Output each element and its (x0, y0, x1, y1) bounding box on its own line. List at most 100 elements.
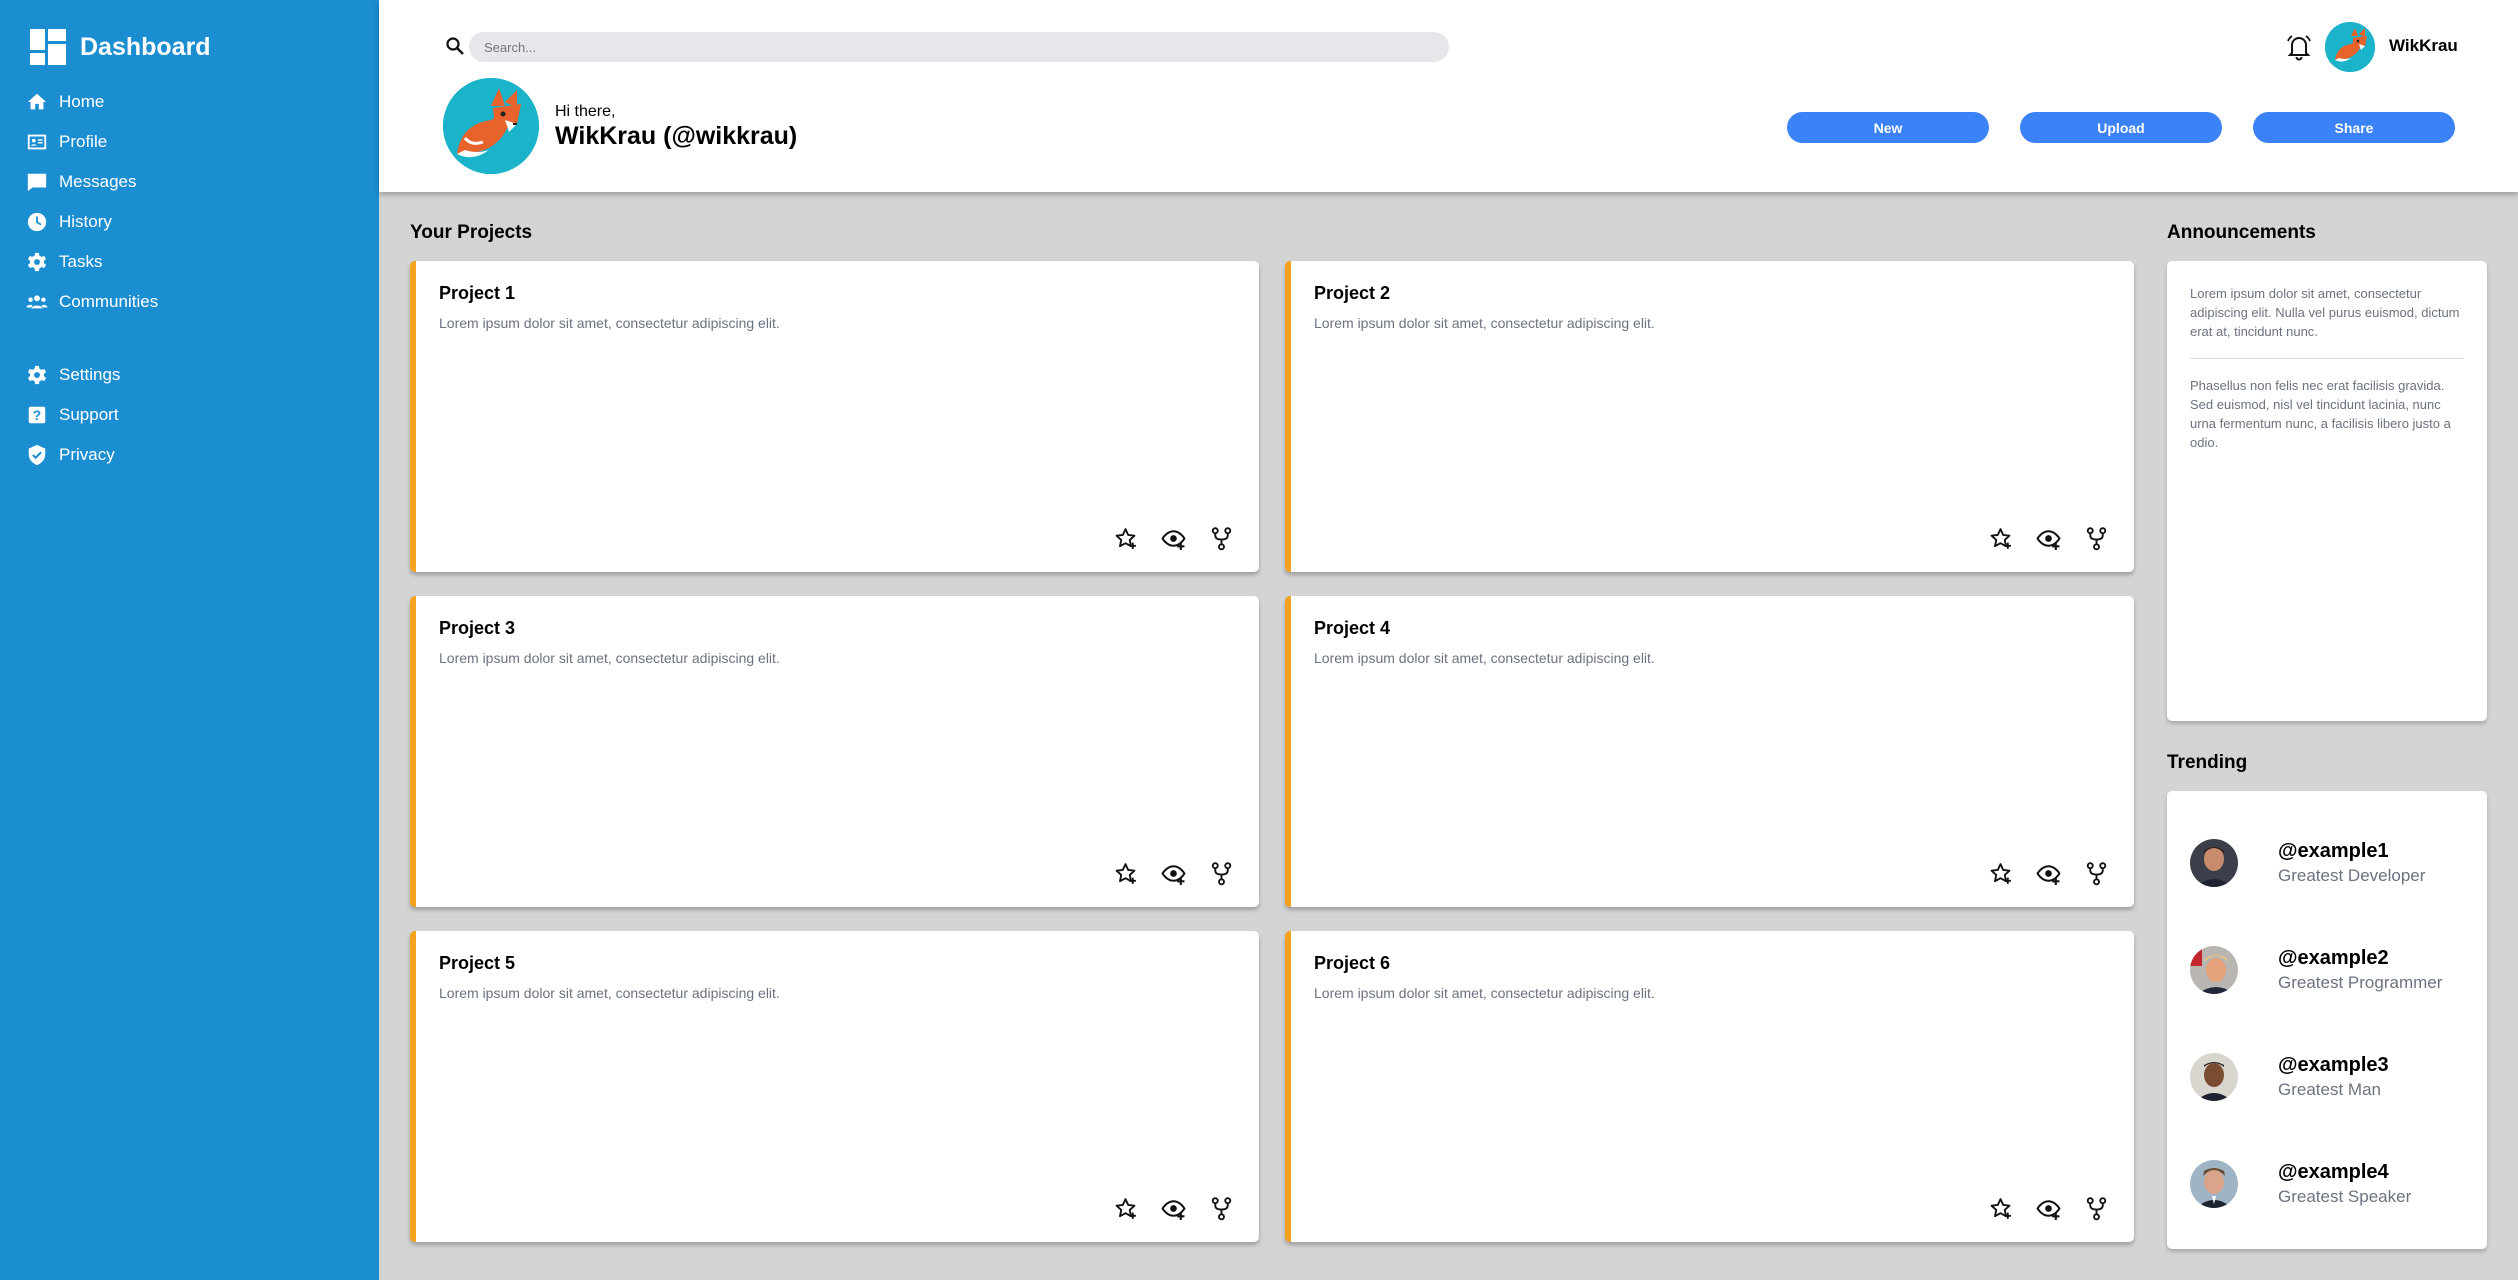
trending-role: Greatest Programmer (2278, 973, 2443, 992)
project-actions (1113, 1196, 1234, 1221)
search-input[interactable] (469, 32, 1449, 62)
user-avatar[interactable] (2325, 22, 2375, 72)
sidebar-item-settings[interactable]: Settings (26, 355, 356, 395)
fork-icon[interactable] (1209, 1196, 1234, 1221)
fork-icon[interactable] (1209, 861, 1234, 886)
trending-item[interactable]: @example1 Greatest Developer (2190, 834, 2480, 894)
trending-role: Greatest Speaker (2278, 1187, 2412, 1206)
project-title[interactable]: Project 5 (439, 953, 515, 974)
fork-icon[interactable] (1209, 526, 1234, 551)
watch-icon[interactable] (2036, 1196, 2061, 1221)
project-title[interactable]: Project 3 (439, 618, 515, 639)
project-description: Lorem ipsum dolor sit amet, consectetur … (439, 650, 780, 666)
watch-icon[interactable] (2036, 526, 2061, 551)
star-add-icon[interactable] (1113, 1196, 1138, 1221)
sidebar-item-history[interactable]: History (26, 202, 356, 242)
question-icon: ? (28, 406, 46, 424)
brand-title: Dashboard (80, 32, 211, 61)
sidebar-item-messages[interactable]: Messages (26, 162, 356, 202)
watch-icon[interactable] (1161, 1196, 1186, 1221)
sidebar-item-label: Home (59, 92, 105, 111)
project-card[interactable]: Project 1 Lorem ipsum dolor sit amet, con… (410, 261, 1259, 572)
trending-panel: @example1 Greatest Developer @example2 G… (2167, 791, 2487, 1249)
project-description: Lorem ipsum dolor sit amet, consectetur … (1314, 650, 1655, 666)
share-button[interactable]: Share (2253, 112, 2455, 143)
fox-icon (443, 78, 539, 174)
avatar (2190, 1160, 2238, 1208)
sidebar-item-profile[interactable]: Profile (26, 122, 356, 162)
announcements-panel: Lorem ipsum dolor sit amet, consectetur … (2167, 261, 2487, 721)
announcements-heading: Announcements (2167, 222, 2316, 243)
gear-icon (27, 365, 47, 385)
avatar (2190, 1053, 2238, 1101)
brand[interactable]: Dashboard (30, 28, 211, 66)
star-add-icon[interactable] (1113, 861, 1138, 886)
star-add-icon[interactable] (1988, 1196, 2013, 1221)
svg-text:?: ? (33, 408, 41, 423)
fork-icon[interactable] (2084, 1196, 2109, 1221)
sidebar-item-label: Privacy (59, 445, 115, 464)
sidebar-item-support[interactable]: ? Support (26, 395, 356, 435)
project-card[interactable]: Project 3 Lorem ipsum dolor sit amet, con… (410, 596, 1259, 907)
id-card-icon (27, 134, 47, 150)
sidebar-item-home[interactable]: Home (26, 82, 356, 122)
sidebar: Dashboard Home Profile Messages History … (0, 0, 379, 1280)
fork-icon[interactable] (2084, 861, 2109, 886)
trending-handle[interactable]: @example2 (2278, 947, 2389, 970)
search-icon[interactable] (445, 36, 465, 56)
project-title[interactable]: Project 6 (1314, 953, 1390, 974)
project-card[interactable]: Project 4 Lorem ipsum dolor sit amet, con… (1285, 596, 2134, 907)
star-add-icon[interactable] (1113, 526, 1138, 551)
trending-handle[interactable]: @example4 (2278, 1161, 2389, 1184)
project-actions (1988, 861, 2109, 886)
new-button[interactable]: New (1787, 112, 1989, 143)
project-actions (1988, 1196, 2109, 1221)
trending-item[interactable]: @example3 Greatest Man (2190, 1048, 2480, 1108)
project-card[interactable]: Project 6 Lorem ipsum dolor sit amet, con… (1285, 931, 2134, 1242)
star-add-icon[interactable] (1988, 861, 2013, 886)
people-icon (26, 295, 48, 309)
project-title[interactable]: Project 4 (1314, 618, 1390, 639)
profile-avatar[interactable] (443, 78, 539, 174)
trending-role: Greatest Man (2278, 1080, 2381, 1099)
chat-icon (27, 173, 47, 192)
project-description: Lorem ipsum dolor sit amet, consectetur … (439, 985, 780, 1001)
sidebar-item-label: Profile (59, 132, 108, 151)
avatar (2190, 839, 2238, 887)
trending-role: Greatest Developer (2278, 866, 2426, 885)
upload-button[interactable]: Upload (2020, 112, 2222, 143)
username[interactable]: WikKrau (2389, 36, 2458, 56)
star-add-icon[interactable] (1988, 526, 2013, 551)
project-card[interactable]: Project 5 Lorem ipsum dolor sit amet, con… (410, 931, 1259, 1242)
project-title[interactable]: Project 2 (1314, 283, 1390, 304)
project-description: Lorem ipsum dolor sit amet, consectetur … (1314, 315, 1655, 331)
home-icon (27, 93, 47, 110)
trending-handle[interactable]: @example1 (2278, 840, 2389, 863)
sidebar-item-communities[interactable]: Communities (26, 282, 356, 322)
sidebar-nav: Home Profile Messages History Tasks Comm… (26, 82, 356, 475)
trending-item[interactable]: @example4 Greatest Speaker (2190, 1155, 2480, 1215)
bell-plus-icon[interactable] (2285, 33, 2313, 61)
shield-icon (28, 444, 46, 466)
watch-icon[interactable] (1161, 526, 1186, 551)
watch-icon[interactable] (1161, 861, 1186, 886)
avatar (2190, 946, 2238, 994)
trending-handle[interactable]: @example3 (2278, 1054, 2389, 1077)
sidebar-item-label: Communities (59, 292, 159, 311)
sidebar-item-label: Tasks (59, 252, 103, 271)
fork-icon[interactable] (2084, 526, 2109, 551)
sidebar-item-tasks[interactable]: Tasks (26, 242, 356, 282)
project-description: Lorem ipsum dolor sit amet, consectetur … (439, 315, 780, 331)
trending-heading: Trending (2167, 752, 2248, 773)
announcement-item: Lorem ipsum dolor sit amet, consectetur … (2190, 286, 2460, 339)
sidebar-item-label: Messages (59, 172, 137, 191)
nav-divider (26, 322, 356, 355)
trending-item[interactable]: @example2 Greatest Programmer (2190, 941, 2480, 1001)
project-card[interactable]: Project 2 Lorem ipsum dolor sit amet, con… (1285, 261, 2134, 572)
sidebar-item-privacy[interactable]: Privacy (26, 435, 356, 475)
greeting-text: Hi there, (555, 103, 616, 120)
project-title[interactable]: Project 1 (439, 283, 515, 304)
watch-icon[interactable] (2036, 861, 2061, 886)
sidebar-item-label: Settings (59, 365, 121, 384)
project-actions (1113, 526, 1234, 551)
